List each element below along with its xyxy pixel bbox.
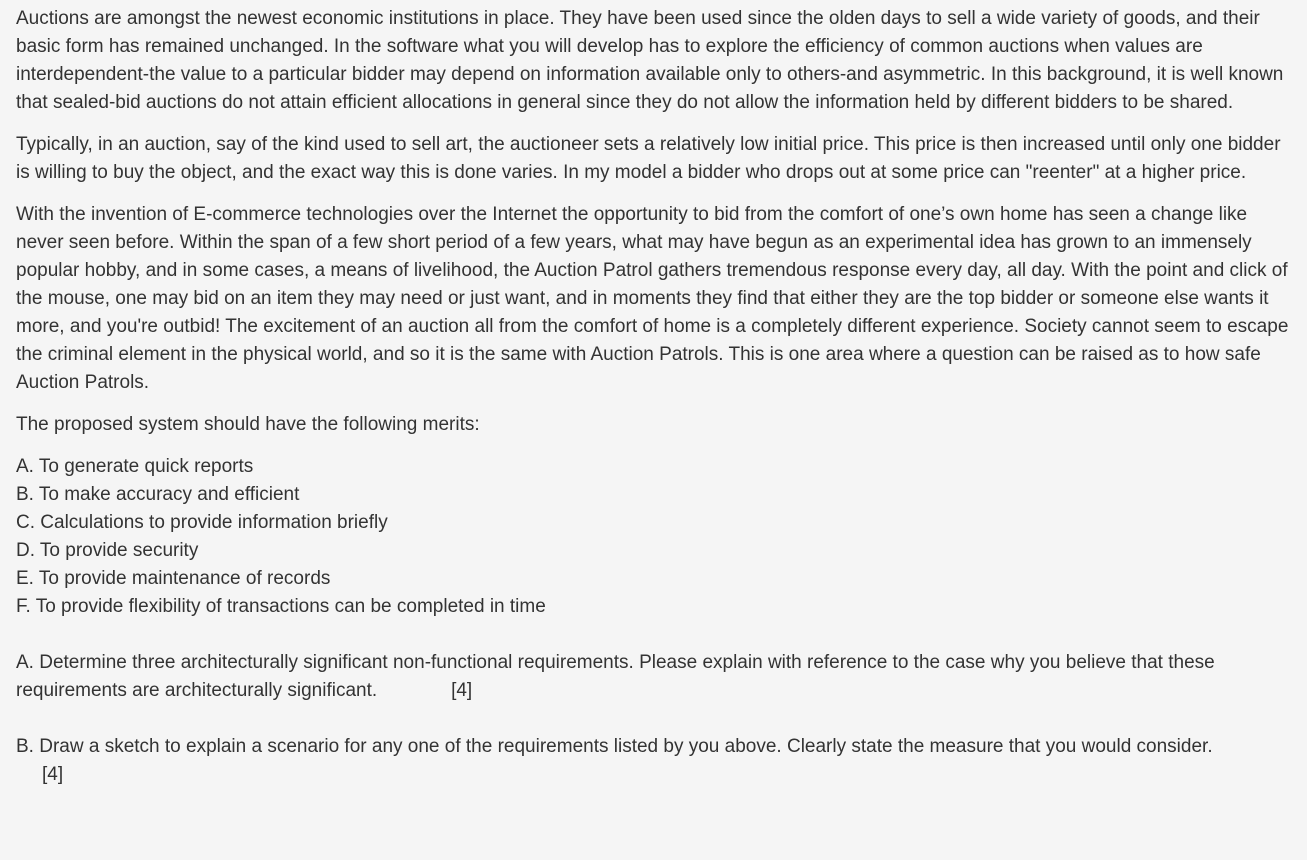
document-body: Auctions are amongst the newest economic…: [0, 0, 1307, 789]
paragraph-auctions-intro: Auctions are amongst the newest economic…: [16, 8, 1284, 113]
list-item: F. To provide flexibility of transaction…: [16, 596, 546, 617]
question-b-marks: [4]: [42, 764, 64, 785]
list-item: E. To provide maintenance of records: [16, 568, 331, 589]
list-item: A. To generate quick reports: [16, 456, 254, 477]
question-a: A. Determine three architecturally signi…: [16, 649, 1291, 705]
paragraph-typical-auction: Typically, in an auction, say of the kin…: [16, 134, 1281, 183]
paragraph-ecommerce: With the invention of E-commerce technol…: [16, 204, 1289, 393]
question-b: B. Draw a sketch to explain a scenario f…: [16, 733, 1291, 789]
merits-intro: The proposed system should have the foll…: [16, 414, 480, 435]
list-item: C. Calculations to provide information b…: [16, 512, 388, 533]
question-a-text: A. Determine three architecturally signi…: [16, 652, 1215, 701]
merits-list: A. To generate quick reports B. To make …: [16, 453, 1291, 621]
list-item: D. To provide security: [16, 540, 199, 561]
list-item: B. To make accuracy and efficient: [16, 484, 300, 505]
question-b-text: B. Draw a sketch to explain a scenario f…: [16, 736, 1213, 757]
question-a-marks: [4]: [451, 680, 473, 701]
